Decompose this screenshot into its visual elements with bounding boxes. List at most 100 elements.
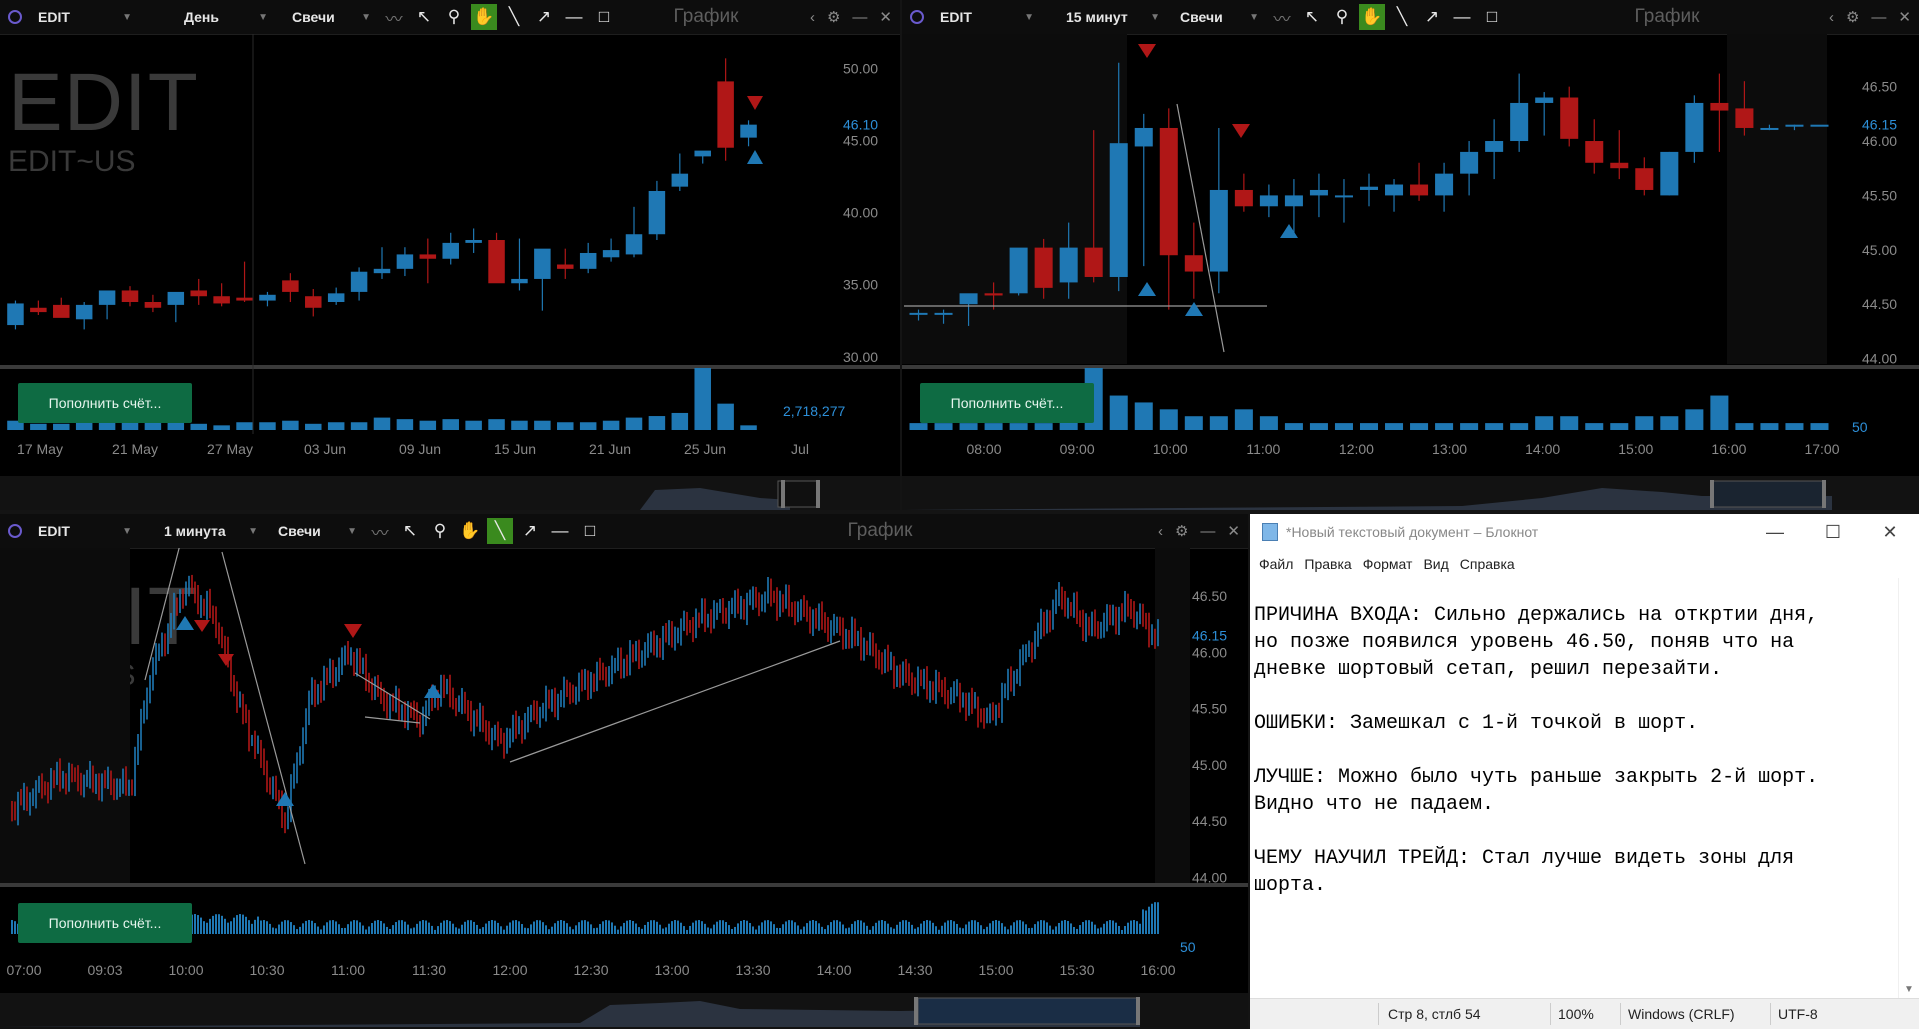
- close-icon[interactable]: ✕: [1227, 522, 1240, 540]
- volume-bar: [767, 920, 769, 934]
- hline-icon[interactable]: —: [561, 4, 587, 30]
- symbol-select[interactable]: EDIT ▼: [932, 5, 1042, 29]
- scroll-down-icon[interactable]: ▼: [1904, 984, 1914, 995]
- deposit-button[interactable]: Пополнить счёт...: [18, 383, 192, 423]
- volume-bar: [671, 921, 673, 934]
- volume-bar: [734, 926, 736, 934]
- price-chart-1min[interactable]: 46.50 46.00 45.50 45.00 44.50 44.00 46.15 50 07:…: [0, 548, 1248, 1029]
- notepad-text-area[interactable]: ПРИЧИНА ВХОДА: Сильно держались на открт…: [1254, 602, 1895, 899]
- interval-select[interactable]: 1 минута ▼: [156, 519, 266, 543]
- cursor-icon[interactable]: ↖: [397, 518, 423, 544]
- minimize-icon[interactable]: —: [852, 9, 867, 26]
- volume-bar: [467, 920, 469, 934]
- volume-bar: [1485, 423, 1504, 430]
- menu-help[interactable]: Справка: [1460, 556, 1515, 572]
- symbol-select[interactable]: EDIT ▼: [30, 5, 140, 29]
- volume-bar: [314, 923, 316, 934]
- symbol-select[interactable]: EDIT ▼: [30, 519, 140, 543]
- zoom-icon[interactable]: ⚲: [441, 4, 467, 30]
- interval-select[interactable]: 15 минут ▼: [1058, 5, 1168, 29]
- deposit-button[interactable]: Пополнить счёт...: [920, 383, 1094, 423]
- candle-body: [1685, 102, 1704, 152]
- rectangle-icon[interactable]: □: [591, 4, 617, 30]
- gear-icon[interactable]: ⚙: [1175, 522, 1188, 540]
- volume-bar: [788, 920, 790, 934]
- candle-body: [1535, 97, 1554, 103]
- chevron-left-icon[interactable]: ‹: [1158, 523, 1163, 540]
- navigator-mini-chart: [0, 997, 1140, 1027]
- chevron-left-icon[interactable]: ‹: [1829, 9, 1834, 26]
- volume-bar: [458, 928, 460, 934]
- line-chart-icon[interactable]: 〰: [381, 4, 407, 30]
- menu-format[interactable]: Формат: [1363, 556, 1413, 572]
- volume-bar: [761, 922, 763, 934]
- sell-marker-icon: [344, 624, 362, 638]
- link-icon[interactable]: [8, 10, 22, 24]
- candle-body: [7, 303, 24, 326]
- zoom-icon[interactable]: ⚲: [427, 518, 453, 544]
- trendline-icon[interactable]: ╲: [501, 4, 527, 30]
- maximize-icon[interactable]: ☐: [1804, 514, 1862, 550]
- minimize-icon[interactable]: —: [1871, 9, 1886, 26]
- hand-icon[interactable]: ✋: [457, 518, 483, 544]
- interval-select[interactable]: День ▼: [176, 5, 276, 29]
- menu-edit[interactable]: Правка: [1304, 556, 1351, 572]
- chevron-down-icon: ▼: [347, 525, 357, 537]
- volume-bar: [263, 920, 265, 934]
- candle-body: [1134, 127, 1153, 147]
- price-chart-15min[interactable]: 46.50 46.00 45.50 45.00 44.50 44.00 46.15 50 08:…: [902, 34, 1919, 510]
- volume-bar: [437, 926, 439, 934]
- line-chart-icon[interactable]: 〰: [367, 518, 393, 544]
- menu-view[interactable]: Вид: [1423, 556, 1448, 572]
- close-icon[interactable]: ✕: [879, 8, 892, 26]
- line-chart-icon[interactable]: 〰: [1269, 4, 1295, 30]
- gear-icon[interactable]: ⚙: [1846, 8, 1859, 26]
- trendline-icon[interactable]: ╲: [1389, 4, 1415, 30]
- minimize-icon[interactable]: —: [1200, 523, 1215, 540]
- price-chart-daily[interactable]: 50.00 45.00 40.00 35.00 30.00 46.10 2,718,277 1…: [0, 34, 900, 510]
- x-axis-tick-label: 16:00: [1140, 962, 1175, 978]
- trendline-icon[interactable]: ╲: [487, 518, 513, 544]
- volume-bar: [722, 920, 724, 934]
- rectangle-icon[interactable]: □: [577, 518, 603, 544]
- cursor-icon[interactable]: ↖: [1299, 4, 1325, 30]
- deposit-button[interactable]: Пополнить счёт...: [18, 903, 192, 943]
- close-icon[interactable]: ✕: [1861, 514, 1919, 550]
- cursor-icon[interactable]: ↖: [411, 4, 437, 30]
- candle-body: [934, 312, 953, 315]
- volume-bar: [1234, 409, 1253, 430]
- volume-bar: [465, 420, 482, 430]
- chart-type-select[interactable]: Свечи ▼: [270, 519, 365, 543]
- hline-icon[interactable]: —: [1449, 4, 1475, 30]
- menu-file[interactable]: Файл: [1259, 556, 1293, 572]
- minimize-icon[interactable]: —: [1746, 514, 1804, 550]
- zoom-icon[interactable]: ⚲: [1329, 4, 1355, 30]
- panel-title: График: [673, 6, 739, 27]
- gear-icon[interactable]: ⚙: [827, 8, 840, 26]
- hand-icon[interactable]: ✋: [1359, 4, 1385, 30]
- vertical-scrollbar[interactable]: ▼: [1898, 578, 1919, 999]
- candle-body: [1710, 102, 1729, 111]
- navigator-bar[interactable]: [0, 476, 900, 510]
- candle-body: [579, 252, 597, 269]
- volume-bar: [11, 920, 13, 934]
- chart-type-select[interactable]: Свечи ▼: [1172, 5, 1267, 29]
- volume-bar: [563, 920, 565, 934]
- chevron-left-icon[interactable]: ‹: [810, 9, 815, 26]
- volume-bar: [608, 920, 610, 934]
- hline-icon[interactable]: —: [547, 518, 573, 544]
- navigator-bar[interactable]: [902, 476, 1919, 510]
- arrow-icon[interactable]: ↗: [531, 4, 557, 30]
- volume-bar: [728, 925, 730, 934]
- close-icon[interactable]: ✕: [1898, 8, 1911, 26]
- rectangle-icon[interactable]: □: [1479, 4, 1505, 30]
- arrow-icon[interactable]: ↗: [1419, 4, 1445, 30]
- link-icon[interactable]: [910, 10, 924, 24]
- navigator-bar[interactable]: [0, 993, 1248, 1029]
- link-icon[interactable]: [8, 524, 22, 538]
- chart-type-select[interactable]: Свечи ▼: [284, 5, 379, 29]
- candle-body: [511, 278, 528, 284]
- arrow-icon[interactable]: ↗: [517, 518, 543, 544]
- hand-icon[interactable]: ✋: [471, 4, 497, 30]
- x-axis-tick-label: 15:00: [1618, 441, 1653, 457]
